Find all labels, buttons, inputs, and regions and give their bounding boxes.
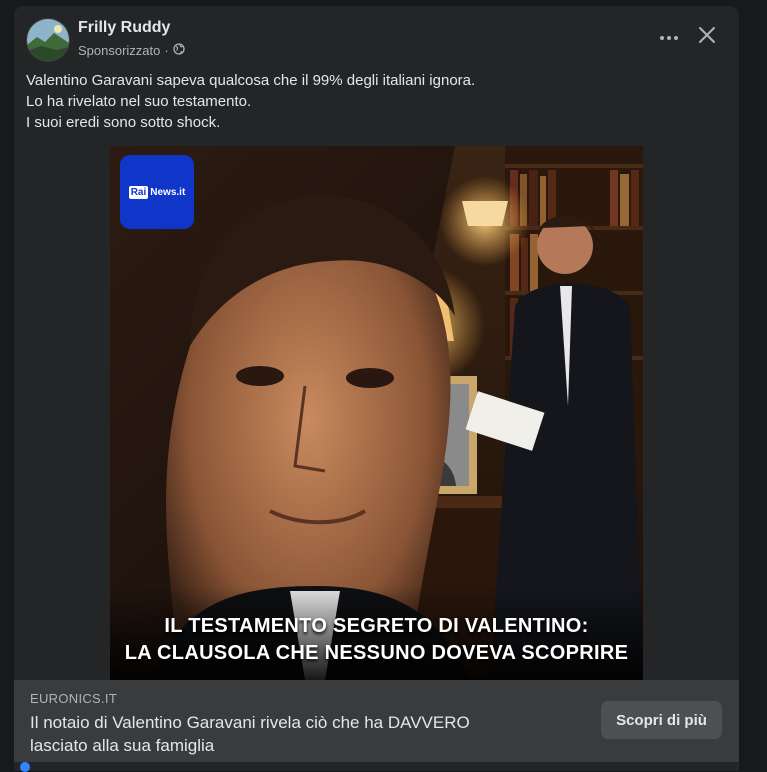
post-text-line: Valentino Garavani sapeva qualcosa che i… — [26, 72, 476, 89]
logo-rai-text: Rai — [128, 185, 149, 199]
ad-image[interactable]: Rai News.it IL TESTAMENTO SEGRETO DI VAL… — [110, 146, 643, 680]
logo-news-text: News.it — [150, 186, 186, 198]
link-domain: EURONICS.IT — [30, 691, 118, 706]
learn-more-button[interactable]: Scopri di più — [601, 701, 722, 739]
link-title-line: lasciato alla sua famiglia — [30, 736, 215, 755]
hide-post-button[interactable] — [694, 24, 720, 50]
post-media[interactable]: Rai News.it IL TESTAMENTO SEGRETO DI VAL… — [14, 146, 739, 680]
link-preview[interactable]: EURONICS.IT Il notaio di Valentino Garav… — [14, 680, 739, 762]
post-meta: Sponsorizzato · — [78, 43, 185, 58]
link-title[interactable]: Il notaio di Valentino Garavani rivela c… — [30, 711, 570, 757]
author-name[interactable]: Frilly Ruddy — [78, 19, 170, 37]
image-headline-line: LA CLAUSOLA CHE NESSUNO DOVEVA SCOPRIRE — [124, 642, 629, 664]
more-options-button[interactable] — [654, 26, 684, 48]
post-text: Valentino Garavani sapeva qualcosa che i… — [26, 70, 726, 133]
sponsored-post-card: Frilly Ruddy Sponsorizzato · Valentino G… — [14, 6, 739, 771]
post-header: Frilly Ruddy Sponsorizzato · — [14, 6, 739, 70]
author-avatar[interactable] — [26, 18, 70, 62]
rai-news-logo: Rai News.it — [120, 155, 194, 229]
more-horizontal-icon — [659, 28, 679, 46]
meta-separator: · — [164, 43, 169, 58]
globe-icon — [173, 43, 185, 58]
close-icon — [698, 26, 716, 49]
post-text-line: Lo ha rivelato nel suo testamento. — [26, 93, 252, 110]
link-title-line: Il notaio di Valentino Garavani rivela c… — [30, 713, 470, 732]
image-headline-line: IL TESTAMENTO SEGRETO DI VALENTINO: — [164, 615, 589, 637]
sponsored-label[interactable]: Sponsorizzato — [78, 43, 160, 58]
post-text-line: I suoi eredi sono sotto shock. — [26, 114, 221, 131]
